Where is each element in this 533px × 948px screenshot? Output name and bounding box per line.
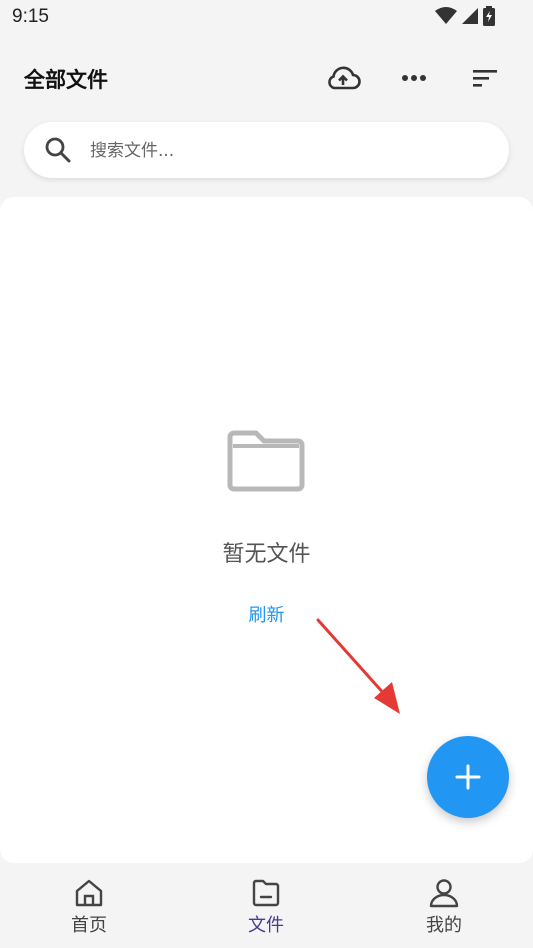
page-title: 全部文件 xyxy=(24,68,108,92)
annotation-arrow xyxy=(316,618,400,714)
signal-icon xyxy=(462,8,478,24)
more-horizontal-icon xyxy=(402,75,426,81)
status-time: 9:15 xyxy=(12,6,49,27)
nav-label-files: 文件 xyxy=(248,915,284,936)
cloud-upload-icon xyxy=(328,66,361,90)
sort-icon xyxy=(473,70,497,87)
nav-item-files[interactable]: 文件 xyxy=(206,865,326,948)
home-icon xyxy=(75,879,103,907)
search-bar[interactable] xyxy=(24,122,509,178)
folder-icon xyxy=(252,879,280,907)
upload-button[interactable] xyxy=(325,60,361,96)
more-button[interactable] xyxy=(396,60,432,96)
refresh-link[interactable]: 刷新 xyxy=(0,601,533,627)
empty-message: 暂无文件 xyxy=(222,542,311,567)
refresh-label: 刷新 xyxy=(248,605,285,626)
nav-item-home[interactable]: 首页 xyxy=(29,865,149,948)
plus-icon xyxy=(455,764,481,790)
battery-icon xyxy=(483,6,495,26)
status-bar: 9:15 xyxy=(0,0,533,36)
nav-item-profile[interactable]: 我的 xyxy=(384,865,504,948)
bottom-nav: 首页 文件 我的 xyxy=(0,865,533,948)
wifi-icon xyxy=(435,7,457,24)
app-header: 全部文件 xyxy=(0,50,533,106)
sort-button[interactable] xyxy=(467,60,503,96)
add-file-button[interactable] xyxy=(427,736,509,818)
status-icons xyxy=(435,6,495,26)
folder-icon xyxy=(227,430,305,492)
person-icon xyxy=(429,879,459,908)
nav-label-home: 首页 xyxy=(71,915,107,936)
search-input[interactable] xyxy=(88,130,492,172)
search-icon xyxy=(45,137,71,163)
nav-label-profile: 我的 xyxy=(426,915,462,936)
